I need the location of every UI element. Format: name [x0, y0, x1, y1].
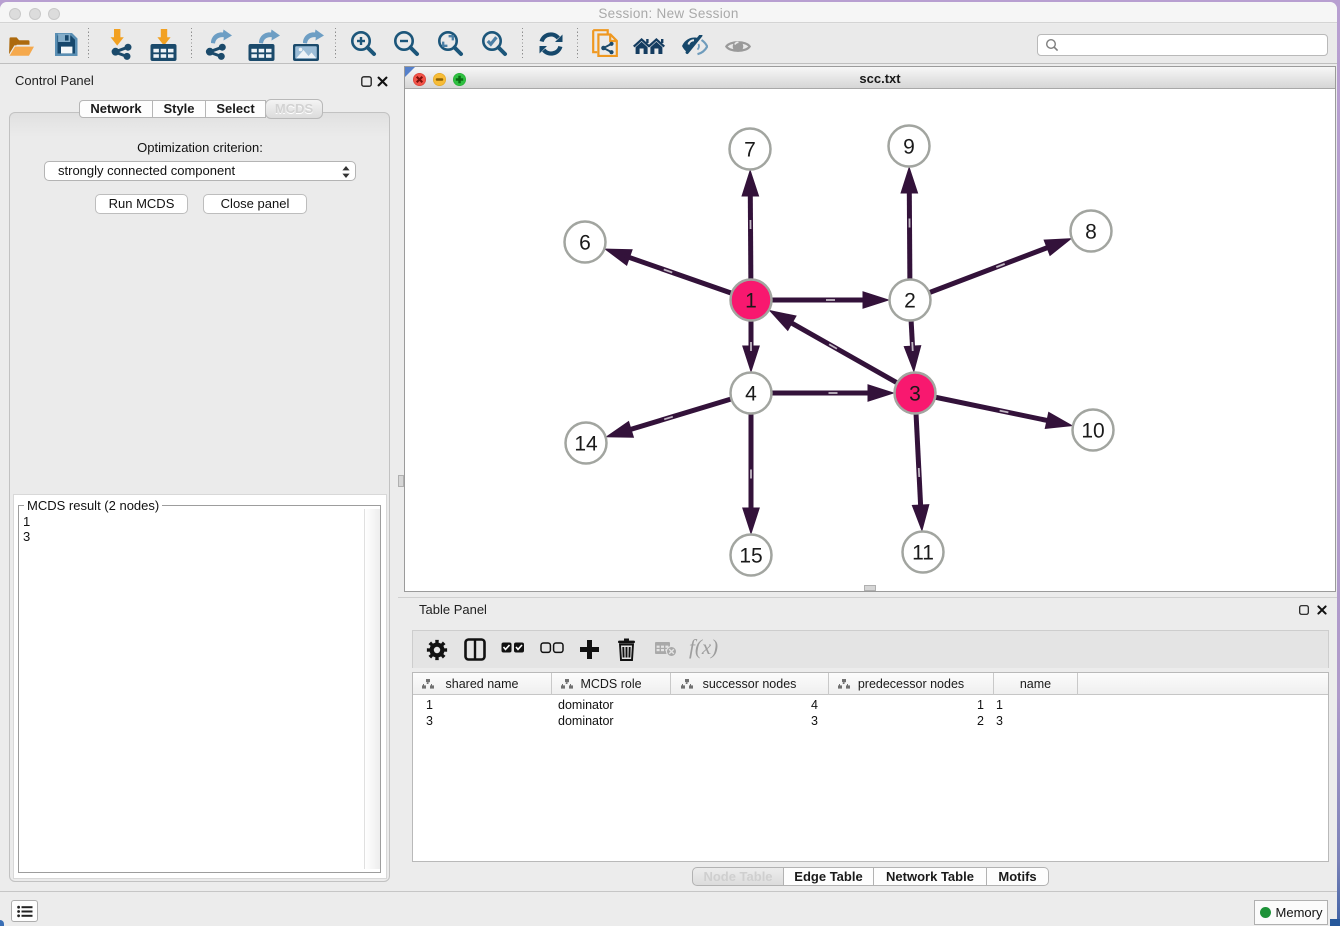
svg-text:15: 15 [739, 545, 762, 568]
svg-text:14: 14 [574, 433, 598, 456]
svg-text:1: 1 [745, 290, 757, 313]
svg-text:11: 11 [912, 542, 934, 565]
svg-text:10: 10 [1081, 420, 1104, 443]
svg-text:3: 3 [909, 383, 921, 406]
svg-text:7: 7 [744, 139, 756, 162]
svg-text:9: 9 [903, 136, 915, 159]
svg-text:6: 6 [579, 232, 591, 255]
svg-text:8: 8 [1085, 221, 1097, 244]
svg-text:2: 2 [904, 290, 916, 313]
svg-text:4: 4 [745, 383, 757, 406]
